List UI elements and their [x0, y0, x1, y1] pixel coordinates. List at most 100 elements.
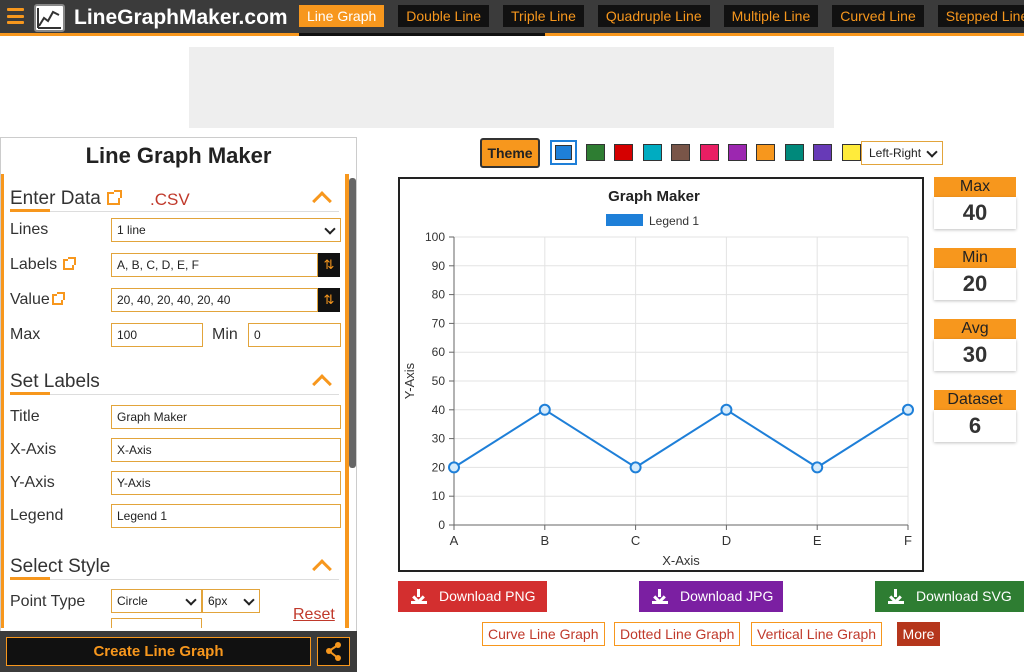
y-tick-label: 10 [432, 489, 446, 503]
y-tick-label: 60 [432, 345, 446, 359]
xaxis-label: X-Axis [10, 441, 57, 458]
stat-value: 30 [934, 339, 1016, 371]
x-tick-label: F [904, 533, 912, 548]
tab-stepped-line[interactable]: Stepped Line [937, 5, 1024, 27]
y-tick-label: 100 [425, 230, 445, 244]
partial-select[interactable] [111, 618, 202, 628]
stat-label: Max [934, 177, 1016, 197]
download-svg-button[interactable]: Download SVG [875, 581, 1024, 612]
x-tick-label: E [813, 533, 822, 548]
curve-line-graph-link[interactable]: Curve Line Graph [482, 622, 605, 646]
yaxis-label: Y-Axis [10, 474, 55, 491]
stat-label: Min [934, 248, 1016, 268]
logo-text[interactable]: LineGraphMaker.com [74, 6, 288, 30]
chevron-up-icon[interactable] [312, 191, 332, 211]
theme-swatch-10[interactable] [842, 144, 861, 161]
chevron-up-icon[interactable] [312, 374, 332, 394]
logo-icon[interactable] [34, 4, 65, 32]
x-axis-title: X-Axis [662, 553, 700, 568]
theme-swatch-8[interactable] [785, 144, 804, 161]
theme-swatch-1[interactable] [586, 144, 605, 161]
external-link-icon[interactable] [106, 190, 122, 206]
tab-multiple-line[interactable]: Multiple Line [723, 5, 819, 27]
reset-link[interactable]: Reset [293, 606, 335, 624]
row-lines: Lines 1 line [10, 212, 341, 247]
panel-scrollbar[interactable] [349, 178, 356, 468]
theme-swatch-5[interactable] [700, 144, 719, 161]
x-tick-label: A [450, 533, 459, 548]
tab-triple-line[interactable]: Triple Line [503, 5, 584, 27]
theme-swatch-7[interactable] [756, 144, 775, 161]
theme-swatch-0[interactable] [550, 140, 577, 165]
theme-swatch-3[interactable] [643, 144, 662, 161]
sort-labels-button[interactable]: ⇅ [318, 253, 340, 277]
editor-scroll-area[interactable]: Enter Data .CSV Lines 1 line Labels A, B… [1, 174, 349, 628]
point-type-select[interactable]: Circle [111, 589, 202, 613]
vertical-line-graph-link[interactable]: Vertical Line Graph [751, 622, 883, 646]
point-size-select[interactable]: 6px [202, 589, 260, 613]
chart-title: Graph Maker [608, 188, 700, 205]
dotted-line-graph-link[interactable]: Dotted Line Graph [614, 622, 741, 646]
tab-curved-line[interactable]: Curved Line [832, 5, 924, 27]
theme-swatch-9[interactable] [813, 144, 832, 161]
active-tab-indicator [299, 33, 545, 36]
values-input[interactable]: 20, 40, 20, 40, 20, 40 [111, 288, 318, 312]
csv-link[interactable]: .CSV [150, 190, 190, 210]
theme-swatch-6[interactable] [728, 144, 747, 161]
panel-title: Line Graph Maker [85, 143, 272, 168]
chart-svg: 0 10 20 30 40 50 60 70 80 90 100 A B C D E F Graph Maker L… [402, 188, 914, 568]
theme-swatch-4[interactable] [671, 144, 690, 161]
section-heading: Select Style [10, 556, 111, 577]
data-point [902, 403, 914, 416]
section-select-style[interactable]: Select Style [10, 527, 339, 580]
theme-button[interactable]: Theme [480, 138, 540, 168]
max-label: Max [10, 326, 41, 343]
stat-avg: Avg 30 [934, 319, 1016, 371]
download-png-button[interactable]: Download PNG [398, 581, 547, 612]
min-label: Min [212, 326, 238, 343]
theme-swatch-2[interactable] [614, 144, 633, 161]
more-button[interactable]: More [897, 622, 940, 646]
min-input[interactable]: 0 [248, 323, 341, 347]
legend-label: Legend [10, 507, 64, 524]
tab-line-graph[interactable]: Line Graph [299, 5, 385, 27]
share-button[interactable] [317, 637, 350, 666]
x-tick-label: D [722, 533, 731, 548]
chevron-up-icon[interactable] [312, 559, 332, 579]
value-label: Value [10, 291, 65, 309]
title-label: Title [10, 408, 40, 425]
title-input[interactable]: Graph Maker [111, 405, 341, 429]
tab-double-line[interactable]: Double Line [398, 5, 490, 27]
legend-input[interactable]: Legend 1 [111, 504, 341, 528]
data-point [448, 461, 460, 474]
hamburger-menu-icon[interactable] [7, 8, 24, 24]
section-set-labels[interactable]: Set Labels [10, 352, 339, 395]
stat-dataset: Dataset 6 [934, 390, 1016, 442]
xaxis-input[interactable]: X-Axis [111, 438, 341, 462]
direction-select[interactable]: Left-Right [861, 141, 943, 165]
section-heading: Set Labels [10, 371, 100, 392]
row-next-partial [10, 613, 339, 628]
y-tick-label: 20 [432, 460, 446, 474]
data-point [538, 403, 551, 416]
labels-input[interactable]: A, B, C, D, E, F [111, 253, 318, 277]
tab-quadruple-line[interactable]: Quadruple Line [597, 5, 710, 27]
create-line-graph-button[interactable]: Create Line Graph [6, 637, 311, 666]
download-jpg-button[interactable]: Download JPG [639, 581, 783, 612]
section-heading: Enter Data [10, 188, 122, 210]
yaxis-input[interactable]: Y-Axis [111, 471, 341, 495]
section-enter-data[interactable]: Enter Data .CSV [10, 174, 339, 212]
x-tick-label: B [540, 533, 549, 548]
sort-values-button[interactable]: ⇅ [318, 288, 340, 312]
data-point [811, 461, 824, 474]
y-tick-label: 80 [432, 288, 446, 302]
legend-swatch [606, 214, 643, 226]
row-legend: Legend Legend 1 [10, 494, 341, 528]
max-input[interactable]: 100 [111, 323, 203, 347]
external-link-icon[interactable] [51, 292, 65, 306]
stat-min: Min 20 [934, 248, 1016, 300]
lines-select[interactable]: 1 line [111, 218, 341, 242]
external-link-icon[interactable] [63, 257, 77, 271]
x-tick-label: C [631, 533, 640, 548]
row-max-min: Max 100 Min 0 [10, 317, 341, 352]
